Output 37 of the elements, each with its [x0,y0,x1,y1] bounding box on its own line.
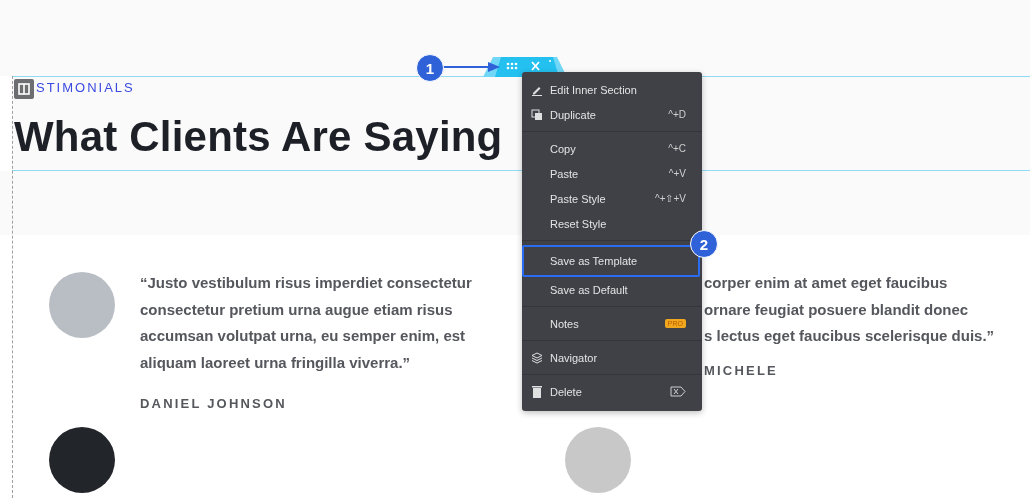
menu-item[interactable]: Duplicate ^+D [522,102,702,127]
layers-icon [531,351,543,364]
delete-key-icon [670,386,686,397]
column-handle-icon[interactable] [14,79,34,99]
menu-item-label: Paste [550,167,580,180]
menu-item[interactable]: Edit Inner Section [522,77,702,102]
testimonial-quote: “Justo vestibulum risus imperdiet consectetur consectetur pretium urna augue etiam risus accumsan volutpat urna, eu semper enim, est aliquam laoreet urna fringilla viverra.” [140,273,472,374]
shortcut-label: ^+D [668,109,686,120]
menu-item-label: Edit Inner Section [550,83,638,96]
menu-item-label: Notes [550,317,580,330]
menu-item-label: Reset Style [550,217,608,230]
menu-item-label: Duplicate [550,108,597,121]
trash-icon [531,385,543,398]
testimonial-author: MICHELE [704,363,779,379]
menu-item-label: Save as Default [550,283,629,296]
testimonial-text-line: s lectus eget faucibus scelerisque duis.” [704,326,995,347]
section-heading: What Clients Are Saying [14,113,503,161]
menu-item-label: Copy [550,142,577,155]
menu-item-label: Navigator [550,351,599,364]
shortcut-label: ^+V [668,168,686,179]
menu-item-label: Paste Style [550,192,607,205]
copy-icon [531,108,543,121]
menu-item[interactable]: Navigator [522,345,702,370]
menu-item[interactable]: Save as Default [522,277,702,302]
testimonial-author: DANIEL JOHNSON [140,395,288,411]
menu-item-label: Save as Template [550,255,639,267]
menu-item[interactable]: Delete [522,379,702,404]
menu-item[interactable]: Paste Style ^+⇧+V [522,186,702,211]
menu-item-label: Delete [550,385,583,398]
menu-item[interactable]: Paste ^+V [522,161,702,186]
section-eyebrow: STIMONIALS [36,80,135,96]
shortcut-label: ^+⇧+V [654,193,686,204]
menu-item[interactable]: Save as Template [522,245,700,277]
testimonial-text-line: ornare feugiat posuere blandit donec [704,299,970,320]
menu-item[interactable]: Copy ^+C [522,136,702,161]
testimonial-text-line: corper enim at amet eget faucibus [704,273,949,293]
shortcut-label: ^+C [668,143,686,154]
